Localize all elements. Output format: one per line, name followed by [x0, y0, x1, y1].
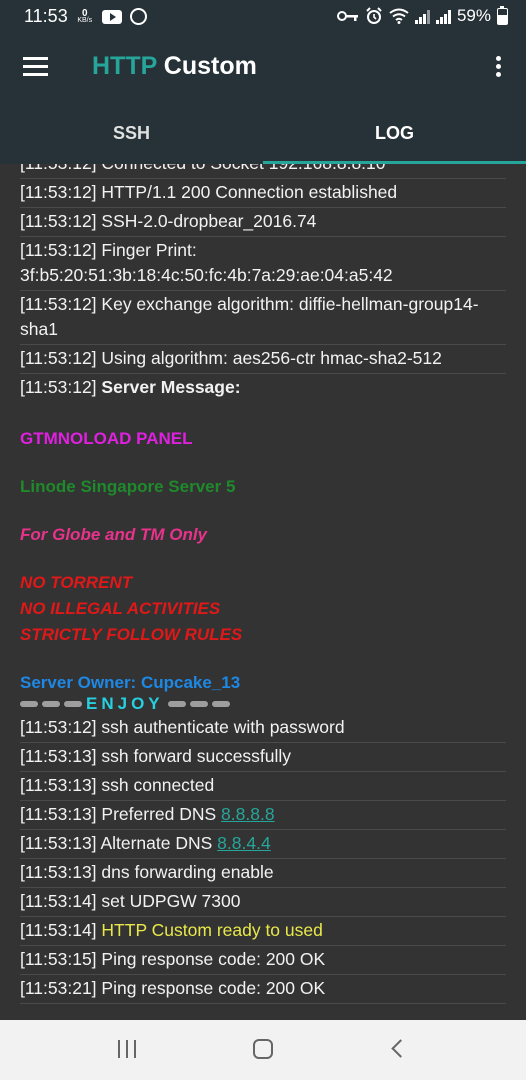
- server-message-rule: NO TORRENT: [20, 573, 133, 592]
- preferred-dns-link[interactable]: 8.8.8.8: [221, 804, 275, 824]
- dash-decoration: [167, 701, 186, 707]
- app-title-rest: Custom: [156, 52, 257, 80]
- log-line: [11:53:21] Ping response code: 200 OK: [20, 975, 506, 1004]
- log-timestamp: [11:53:12]: [20, 377, 102, 397]
- system-nav-bar: [0, 1020, 526, 1080]
- dash-decoration: [42, 701, 60, 707]
- enjoy-text: ENJOY: [86, 694, 164, 713]
- log-line-preferred-dns: [11:53:13] Preferred DNS 8.8.8.8: [20, 801, 506, 830]
- status-bar-left: 11:53 0 KB/s: [24, 6, 147, 27]
- log-line: [11:53:14] set UDPGW 7300: [20, 888, 506, 917]
- app-title: HTTP Custom: [92, 52, 257, 81]
- log-line: [11:53:13] ssh forward successfully: [20, 743, 506, 772]
- status-time: 11:53: [24, 6, 68, 26]
- log-line: [11:53:12] HTTP/1.1 200 Connection estab…: [20, 179, 506, 208]
- tab-ssh[interactable]: SSH: [0, 104, 263, 164]
- tab-bar: SSH LOG: [0, 104, 526, 164]
- dash-decoration: [20, 701, 38, 707]
- vpn-key-icon: [336, 11, 358, 21]
- log-timestamp: [11:53:14]: [20, 920, 102, 940]
- server-message-server: Linode Singapore Server 5: [20, 477, 236, 496]
- log-line-server-message: [11:53:12] Server Message:: [20, 374, 506, 402]
- sync-notification-icon: [129, 8, 147, 25]
- ready-text: HTTP Custom ready to used: [101, 920, 323, 940]
- more-vert-icon[interactable]: [496, 56, 502, 78]
- back-icon[interactable]: [391, 1039, 410, 1058]
- net-speed-value: 0: [81, 7, 88, 19]
- battery-icon: [497, 5, 508, 25]
- recent-apps-icon[interactable]: [116, 1040, 138, 1058]
- log-list: [11:53:12] Connected to Socket 192.168.8…: [20, 164, 506, 1004]
- app-title-accent: HTTP: [92, 52, 157, 80]
- log-text: [11:53:13] Alternate DNS: [20, 833, 218, 853]
- log-line: [11:53:12] Key exchange algorithm: diffi…: [20, 291, 506, 345]
- alternate-dns-link[interactable]: 8.8.4.4: [217, 833, 271, 853]
- tab-log[interactable]: LOG: [263, 104, 526, 164]
- log-line: [11:53:15] Ping response code: 200 OK: [20, 946, 506, 975]
- server-message-enjoy: ENJOY: [20, 694, 506, 714]
- log-line: [11:53:12] ssh authenticate with passwor…: [20, 714, 506, 743]
- net-speed-unit: KB/s: [77, 16, 93, 24]
- log-line: [11:53:13] ssh connected: [20, 772, 506, 801]
- log-line: [11:53:13] dns forwarding enable: [20, 859, 506, 888]
- signal-strength-1-icon: [414, 9, 430, 24]
- alarm-icon: [366, 7, 382, 24]
- log-line: [11:53:12] Finger Print: 3f:b5:20:51:3b:…: [20, 237, 506, 291]
- server-message-rule: STRICTLY FOLLOW RULES: [20, 625, 243, 644]
- server-message-panel: GTMNOLOAD PANEL: [20, 429, 193, 448]
- log-line-alternate-dns: [11:53:13] Alternate DNS 8.8.4.4: [20, 830, 506, 859]
- log-panel[interactable]: [11:53:12] Connected to Socket 192.168.8…: [0, 164, 526, 1020]
- dash-decoration: [64, 701, 82, 707]
- server-message-for: For Globe and TM Only: [20, 525, 207, 544]
- log-line-cut: [11:53:12] Connected to Socket 192.168.8…: [20, 164, 506, 179]
- signal-strength-2-icon: [435, 9, 451, 24]
- hamburger-menu-icon[interactable]: [23, 57, 48, 77]
- home-icon[interactable]: [253, 1039, 273, 1059]
- dash-decoration: [189, 701, 208, 707]
- log-line: [11:53:12] SSH-2.0-dropbear_2016.74: [20, 208, 506, 237]
- log-text: [11:53:13] Preferred DNS: [20, 804, 222, 824]
- youtube-notification-icon: [101, 9, 122, 24]
- battery-percent: 59%: [456, 6, 491, 25]
- dash-decoration: [211, 701, 230, 707]
- server-message-rule: NO ILLEGAL ACTIVITIES: [20, 599, 221, 618]
- status-bar: 11:53 0 KB/s 59%: [0, 0, 526, 32]
- log-line: [11:53:12] Using algorithm: aes256-ctr h…: [20, 345, 506, 374]
- status-bar-right: 59%: [336, 5, 508, 26]
- log-line-ready: [11:53:14] HTTP Custom ready to used: [20, 917, 506, 946]
- app-bar: HTTP Custom: [0, 32, 526, 104]
- net-speed-indicator: 0 KB/s: [76, 7, 94, 24]
- wifi-icon: [389, 8, 409, 24]
- server-message-label: Server Message:: [101, 377, 241, 397]
